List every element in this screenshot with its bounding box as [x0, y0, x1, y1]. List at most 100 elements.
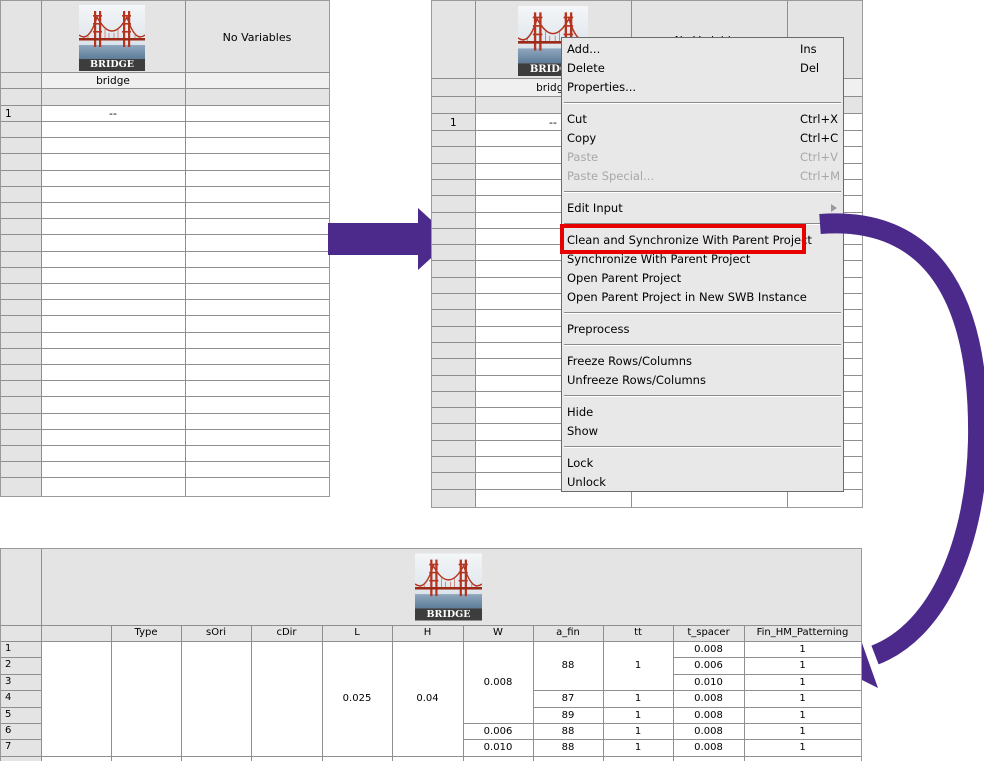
grid-row-line — [1, 756, 861, 757]
cell-fin-hm-patterning[interactable]: 1 — [744, 690, 861, 707]
menu-item-label: Open Parent Project — [567, 271, 682, 285]
row-number-3[interactable]: 3 — [5, 675, 25, 689]
cell-fin-hm-patterning[interactable]: 1 — [744, 657, 861, 674]
menu-item-label: Properties... — [567, 80, 637, 94]
cell-w[interactable]: 0.008 — [463, 641, 533, 723]
cell-a-fin[interactable]: 88 — [533, 739, 603, 756]
cell-t-spacer[interactable]: 0.008 — [673, 641, 744, 657]
menu-item-add[interactable]: Add... Ins — [562, 40, 843, 58]
grid-row-line — [1, 413, 329, 414]
cell-tt[interactable]: 1 — [603, 641, 673, 690]
menu-item-properties[interactable]: Properties... — [562, 78, 843, 96]
row-number-7[interactable]: 7 — [5, 740, 25, 754]
row-number-4[interactable]: 4 — [5, 691, 25, 705]
cell-a-fin[interactable]: 88 — [533, 723, 603, 739]
menu-item-paste[interactable]: Paste Ctrl+V — [562, 148, 843, 166]
grid-row-line — [1, 674, 41, 675]
column-header-cdir[interactable]: cDir — [251, 626, 322, 640]
row-number-2[interactable]: 2 — [5, 658, 25, 672]
grid-row-line — [1, 88, 329, 89]
row-header-column — [432, 1, 475, 507]
menu-item-label: Paste — [567, 150, 599, 164]
grid-row-line — [1, 461, 329, 462]
menu-item-label: Edit Input — [567, 201, 623, 215]
column-header-type[interactable]: Type — [111, 626, 181, 640]
column-header-a-fin[interactable]: a_fin — [533, 626, 603, 640]
grid-row-line — [1, 445, 329, 446]
cell-t-spacer[interactable]: 0.008 — [673, 723, 744, 739]
menu-item-label: Unlock — [567, 475, 606, 489]
grid-row-line — [1, 332, 329, 333]
cell-tt[interactable]: 1 — [603, 723, 673, 739]
grid-row-line — [1, 251, 329, 252]
cell-fin-hm-patterning[interactable]: 1 — [744, 707, 861, 723]
cell-w[interactable]: 0.006 — [463, 723, 533, 739]
cell-t-spacer[interactable]: 0.008 — [673, 707, 744, 723]
grid-row-line — [1, 690, 41, 691]
row-number-1[interactable]: 1 — [5, 107, 25, 121]
menu-item-shortcut: Ctrl+M — [800, 169, 841, 183]
cell-fin-hm-patterning[interactable]: 1 — [744, 723, 861, 739]
cell-a-fin[interactable]: 89 — [533, 707, 603, 723]
menu-item-cut[interactable]: Cut Ctrl+X — [562, 110, 843, 128]
cell-t-spacer[interactable]: 0.008 — [673, 690, 744, 707]
grid-row-line — [1, 348, 329, 349]
cell-h[interactable]: 0.04 — [392, 641, 463, 756]
grid-row-line — [1, 234, 329, 235]
grid-row-line — [1, 739, 41, 740]
cell-t-spacer[interactable]: 0.008 — [673, 739, 744, 756]
grid-row-line — [1, 477, 329, 478]
grid-row-line — [1, 380, 329, 381]
cell-tt[interactable]: 1 — [603, 690, 673, 707]
cell-a-fin[interactable]: 88 — [533, 641, 603, 690]
cell-fin-hm-patterning[interactable]: 1 — [744, 674, 861, 690]
grid-row-line — [1, 707, 41, 708]
grid-row-line — [1, 153, 329, 154]
cell-tt[interactable]: 1 — [603, 739, 673, 756]
menu-item-label: Hide — [567, 405, 594, 419]
no-variables-label: No Variables — [222, 31, 292, 44]
cell-l[interactable]: 0.025 — [322, 641, 392, 756]
bridge-tool-icon[interactable]: BRIDGE — [79, 5, 145, 71]
bridge-icon-label: BRIDGE — [426, 609, 471, 620]
menu-item-delete[interactable]: Delete Del — [562, 59, 843, 77]
tool-name-label: bridge — [96, 75, 130, 87]
row-number-1[interactable]: 1 — [5, 642, 25, 656]
highlight-box — [560, 224, 806, 254]
menu-item-label: Show — [567, 424, 599, 438]
column-header-t-spacer[interactable]: t_spacer — [673, 626, 744, 640]
row-number-6[interactable]: 6 — [5, 724, 25, 738]
row-number-1[interactable]: 1 — [450, 116, 470, 130]
grid-col-line — [111, 625, 112, 761]
cell-a-fin[interactable]: 87 — [533, 690, 603, 707]
cell-fin-hm-patterning[interactable]: 1 — [744, 739, 861, 756]
grid-row-line — [1, 723, 41, 724]
cell-fin-hm-patterning[interactable]: 1 — [744, 641, 861, 657]
column-header-l[interactable]: L — [322, 626, 392, 640]
row-header-column — [1, 1, 41, 496]
menu-item-shortcut: Ctrl+X — [800, 112, 838, 126]
node-cell[interactable]: -- — [41, 107, 185, 121]
result-project-table: BRIDGE Type sOri cDir L H Wa_fin tt t_spacer Fin… — [0, 548, 862, 761]
cell-t-spacer[interactable]: 0.010 — [673, 674, 744, 690]
menu-item-copy[interactable]: Copy Ctrl+C — [562, 129, 843, 147]
menu-separator — [564, 191, 841, 193]
column-header-tt[interactable]: tt — [603, 626, 673, 640]
menu-item-label: Preprocess — [567, 322, 630, 336]
cell-w[interactable]: 0.010 — [463, 739, 533, 756]
row-number-5[interactable]: 5 — [5, 708, 25, 722]
column-header-w[interactable]: W — [463, 626, 533, 640]
grid-row-line — [1, 429, 329, 430]
column-header-fin-hm-patterning[interactable]: Fin_HM_Patterning — [744, 626, 861, 640]
menu-item-shortcut: Ctrl+C — [800, 131, 839, 145]
grid-row-line — [1, 72, 329, 73]
cell-tt[interactable]: 1 — [603, 707, 673, 723]
cell-t-spacer[interactable]: 0.006 — [673, 657, 744, 674]
column-header-h[interactable]: H — [392, 626, 463, 640]
menu-item-label: Unfreeze Rows/Columns — [567, 373, 706, 387]
column-header-sori[interactable]: sOri — [181, 626, 251, 640]
menu-item-paste-special[interactable]: Paste Special... Ctrl+M — [562, 167, 843, 185]
menu-item-shortcut: Ins — [800, 42, 817, 56]
bridge-tool-icon[interactable]: BRIDGE — [415, 553, 482, 621]
grid-row-line — [1, 170, 329, 171]
